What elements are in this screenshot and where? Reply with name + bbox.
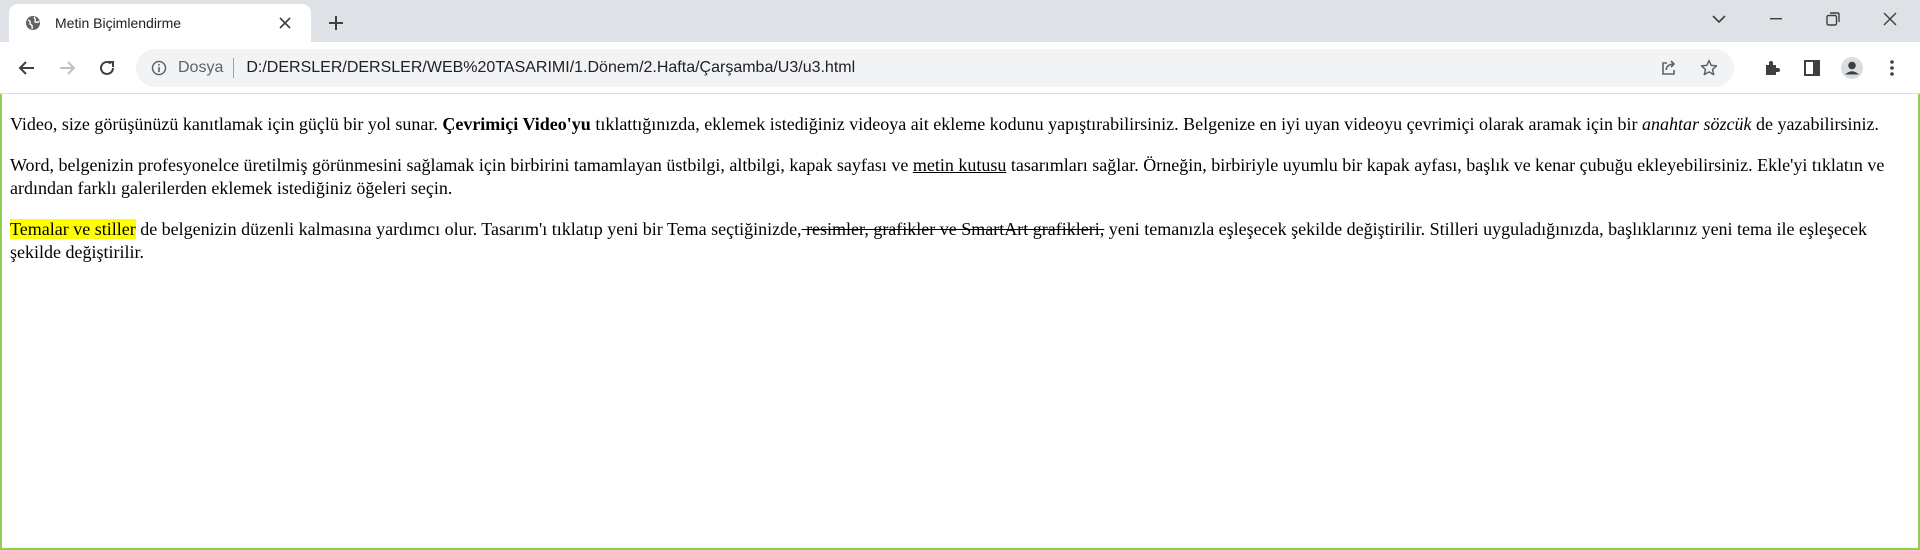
menu-dots-icon[interactable] xyxy=(1876,52,1908,84)
minimize-icon[interactable] xyxy=(1748,0,1804,38)
new-tab-button[interactable] xyxy=(322,9,350,37)
address-bar[interactable]: Dosya D:/DERSLER/DERSLER/WEB%20TASARIMI/… xyxy=(136,49,1734,87)
strikethrough-text: resimler, grafikler ve SmartArt grafikle… xyxy=(801,219,1105,239)
scheme-label: Dosya xyxy=(178,59,224,76)
text-run: tıklattığınızda, eklemek istediğiniz vid… xyxy=(590,114,1642,134)
text-run: de belgenizin düzenli kalmasına yardımcı… xyxy=(135,219,802,239)
tab-search-icon[interactable] xyxy=(1691,0,1747,38)
close-tab-icon[interactable] xyxy=(273,11,297,35)
profile-avatar-icon[interactable] xyxy=(1836,52,1868,84)
url-text[interactable]: D:/DERSLER/DERSLER/WEB%20TASARIMI/1.Döne… xyxy=(246,59,855,77)
reload-icon[interactable] xyxy=(91,52,123,84)
bold-text: Çevrimiçi Video'yu xyxy=(442,114,591,134)
info-icon[interactable] xyxy=(150,59,168,77)
globe-icon xyxy=(25,15,41,31)
tab-strip: Metin Biçimlendirme xyxy=(0,0,1920,42)
text-run: de yazabilirsiniz. xyxy=(1751,114,1879,134)
tab-title: Metin Biçimlendirme xyxy=(55,15,182,31)
underlined-text: metin kutusu xyxy=(912,155,1007,175)
tab-active[interactable]: Metin Biçimlendirme xyxy=(9,4,311,42)
share-icon[interactable] xyxy=(1652,51,1686,85)
restore-icon[interactable] xyxy=(1805,0,1861,38)
close-window-icon[interactable] xyxy=(1862,0,1918,38)
forward-icon[interactable] xyxy=(51,52,83,84)
text-run: Video, size görüşünüzü kanıtlamak için g… xyxy=(10,114,443,134)
side-panel-icon[interactable] xyxy=(1796,52,1828,84)
extensions-icon[interactable] xyxy=(1756,52,1788,84)
paragraph-word: Word, belgenizin profesyonelce üretilmiş… xyxy=(10,154,1895,200)
page-content: Video, size görüşünüzü kanıtlamak için g… xyxy=(10,95,1895,282)
browser-toolbar: Dosya D:/DERSLER/DERSLER/WEB%20TASARIMI/… xyxy=(0,42,1920,94)
back-icon[interactable] xyxy=(11,52,43,84)
star-icon[interactable] xyxy=(1692,51,1726,85)
paragraph-video: Video, size görüşünüzü kanıtlamak için g… xyxy=(10,113,1895,136)
omnibox-divider xyxy=(233,58,235,78)
text-run: Word, belgenizin profesyonelce üretilmiş… xyxy=(10,155,913,175)
paragraph-themes: Temalar ve stiller de belgenizin düzenli… xyxy=(10,218,1895,264)
italic-text: anahtar sözcük xyxy=(1641,114,1752,134)
highlighted-text: Temalar ve stiller xyxy=(10,219,136,239)
